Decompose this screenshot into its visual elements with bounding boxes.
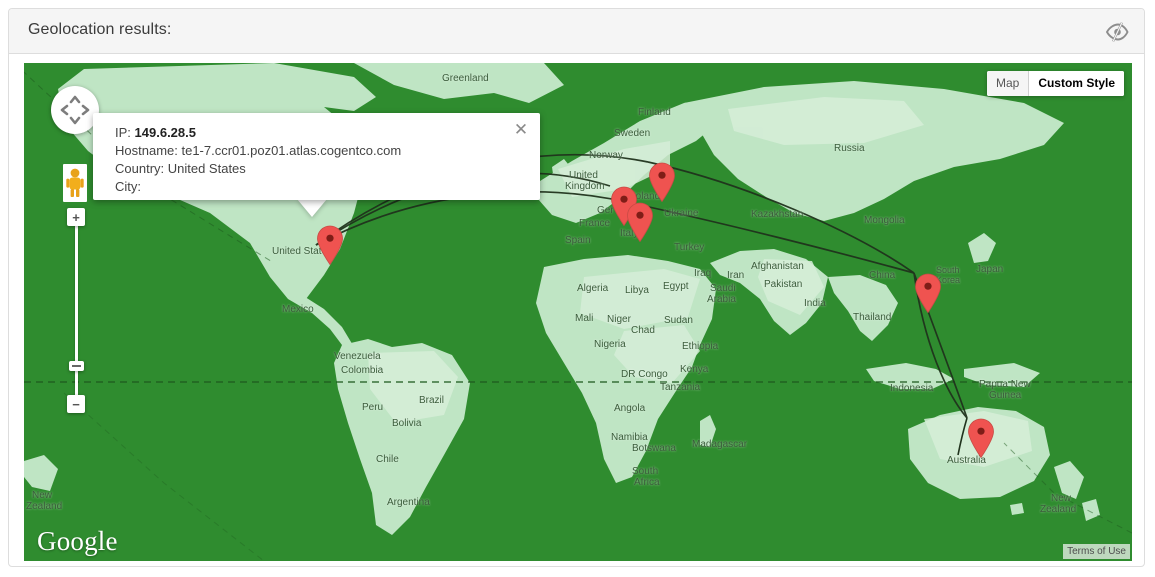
map-label: Papua New <box>979 379 1031 390</box>
infowindow-country: Country: United States <box>115 161 246 176</box>
map-label: Ukraine <box>664 208 699 219</box>
map-canvas[interactable]: Greenland Finland Sweden Russia Norway United… <box>24 63 1132 561</box>
map-label: Russia <box>834 143 865 154</box>
map-pin-icon-united-states[interactable] <box>316 225 344 266</box>
eye-slash-icon[interactable] <box>1104 20 1130 44</box>
map-label: Norway <box>589 150 623 161</box>
map-label: Pakistan <box>764 279 803 290</box>
map-label: India <box>804 298 826 309</box>
map-label: South <box>632 466 659 477</box>
map-pin-icon-china-taiwan[interactable] <box>914 273 942 314</box>
map-label: Bolivia <box>392 418 422 429</box>
infowindow-content: IP: 149.6.28.5 Hostname: te1-7.ccr01.poz… <box>115 124 506 196</box>
map-label: Mongolia <box>864 215 905 226</box>
panel-header: Geolocation results: <box>9 9 1144 54</box>
map-label: Peru <box>362 402 384 413</box>
pan-control-icon[interactable] <box>51 86 99 134</box>
map-label: Kenya <box>680 364 709 375</box>
close-icon[interactable]: ✕ <box>512 121 530 139</box>
map-label: Guinea <box>989 390 1022 401</box>
map-label: United <box>569 170 598 181</box>
map-label: Chad <box>631 325 655 336</box>
zoom-slider-thumb[interactable] <box>69 361 84 371</box>
map-label: Madagascar <box>692 439 748 450</box>
map-label: Botswana <box>632 443 676 454</box>
map-label: Brazil <box>419 395 445 406</box>
map-label: China <box>869 270 896 281</box>
google-logo: Google <box>37 526 118 556</box>
map-label: Spain <box>565 235 591 246</box>
map-label: Afghanistan <box>751 261 804 272</box>
map-label: Egypt <box>663 281 689 292</box>
map-pin-icon-australia[interactable] <box>967 418 995 459</box>
map-label: Zealand <box>1040 504 1077 515</box>
zoom-control[interactable]: + − <box>61 208 89 413</box>
map-type-map-button[interactable]: Map <box>986 71 1030 96</box>
zoom-in-label: + <box>72 209 80 225</box>
zoom-in-button[interactable]: + <box>67 208 85 226</box>
infowindow-hostname: Hostname: te1-7.ccr01.poz01.atlas.cogent… <box>115 143 402 158</box>
map-label: Chile <box>376 454 399 465</box>
zoom-out-button[interactable]: − <box>67 395 85 413</box>
map-type-control[interactable]: Map Custom Style <box>986 71 1124 96</box>
map-label: Thailand <box>853 312 892 323</box>
map-pin-icon-poland[interactable] <box>648 162 676 203</box>
map-label: Zealand <box>26 501 63 512</box>
map-label: Libya <box>625 285 649 296</box>
map-label: Greenland <box>442 73 489 84</box>
map-label: Mali <box>575 313 594 324</box>
map-label: Arabia <box>707 294 736 305</box>
zoom-out-label: − <box>72 396 80 412</box>
infowindow-pointer <box>297 199 327 217</box>
map-label: Angola <box>614 403 646 414</box>
page-title: Geolocation results: <box>28 21 172 38</box>
map-label: DR Congo <box>621 369 668 380</box>
infowindow-ip-label: IP: <box>115 125 131 140</box>
map-label: Ethiopia <box>682 341 719 352</box>
map-viewport[interactable]: Greenland Finland Sweden Russia Norway United… <box>24 63 1132 561</box>
map-label: Mexico <box>282 304 314 315</box>
map-label: Iraq <box>694 268 712 279</box>
map-label: Finland <box>638 107 671 118</box>
map-label: Kingdom <box>565 181 605 192</box>
map-label: Iran <box>727 270 745 281</box>
infowindow-city: City: <box>115 179 141 194</box>
infowindow-ip-value: 149.6.28.5 <box>134 125 196 140</box>
map-label: Nigeria <box>594 339 626 350</box>
map-label: Turkey <box>674 242 705 253</box>
map-label: New <box>32 490 53 501</box>
map-label: Colombia <box>341 365 384 376</box>
infowindow-ip-line: IP: 149.6.28.5 <box>115 124 506 142</box>
map-label: Sweden <box>614 128 651 139</box>
map-label: Namibia <box>611 432 648 443</box>
map-label: New <box>1051 493 1072 504</box>
street-view-pegman-icon[interactable] <box>63 164 87 202</box>
map-label: Niger <box>607 314 631 325</box>
geolocation-results-panel: Geolocation results: Greenland Finland S… <box>8 8 1145 567</box>
map-label: Indonesia <box>890 383 934 394</box>
map-type-custom-style-button[interactable]: Custom Style <box>1029 71 1124 96</box>
map-label: France <box>579 218 611 229</box>
map-label: Japan <box>976 264 1004 275</box>
terms-of-use-link[interactable]: Terms of Use <box>1063 544 1130 559</box>
map-label: Algeria <box>577 283 609 294</box>
map-label: Africa <box>634 477 660 488</box>
map-label: Argentina <box>387 497 430 508</box>
infowindow: IP: 149.6.28.5 Hostname: te1-7.ccr01.poz… <box>93 113 540 200</box>
map-label: Kazakhstan <box>751 209 804 220</box>
map-label: Saudi <box>710 283 736 294</box>
map-label: Sudan <box>664 315 693 326</box>
map-label: Tanzania <box>660 382 701 393</box>
map-pin-icon-italy[interactable] <box>626 202 654 243</box>
map-label: Venezuela <box>334 351 381 362</box>
